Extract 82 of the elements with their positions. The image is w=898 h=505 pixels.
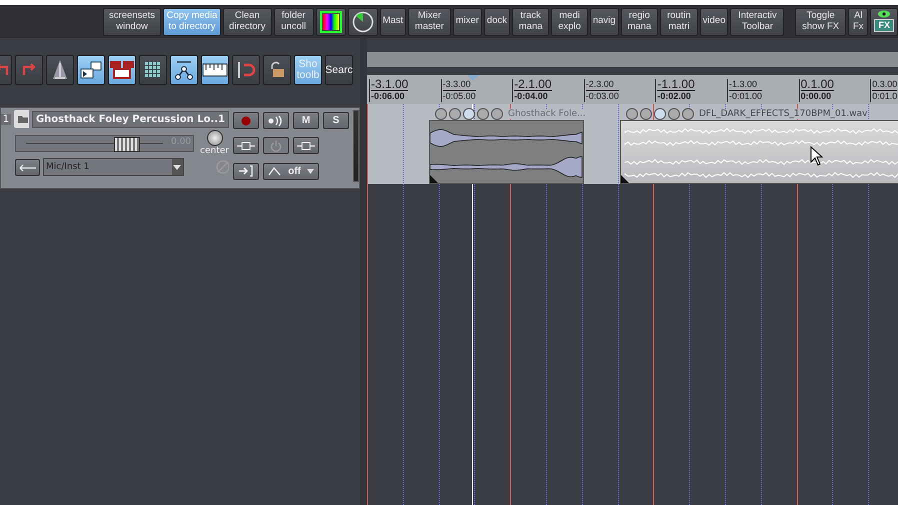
toolbar-icon-button[interactable] — [139, 55, 167, 85]
mouse-pointer-icon — [810, 146, 824, 166]
monitor-button[interactable] — [263, 112, 289, 129]
horizontal-scrollbar[interactable] — [367, 52, 898, 67]
fx-button[interactable] — [293, 137, 319, 154]
track-number: 1 — [1, 114, 11, 124]
toolbar-button[interactable]: Clean directory — [223, 8, 272, 36]
color-spectrum-button[interactable] — [316, 8, 346, 36]
ripple-tracks-icon — [109, 60, 135, 80]
toolbar-button[interactable]: navig — [590, 8, 619, 36]
folder-icon — [14, 110, 29, 128]
fx-toggle-button[interactable]: FX — [870, 8, 898, 36]
ruler-time-label: -0:05.00 — [442, 91, 476, 102]
io-button[interactable] — [15, 158, 40, 176]
mute-button[interactable]: M — [293, 112, 319, 129]
ruler-time-label: -0:04.00 — [514, 91, 549, 102]
toolbar-icon-button[interactable] — [232, 55, 260, 85]
ripple-edit-icon — [79, 60, 103, 80]
ruler-time-label: -0:01.00 — [729, 91, 762, 102]
ruler-time-label: -0:03.00 — [586, 91, 619, 102]
ruler-time-label: -0:06.00 — [371, 91, 406, 102]
toolbar-button[interactable]: Searc — [325, 55, 353, 85]
swap-arrows-icon — [19, 162, 36, 172]
envelope-points-icon — [173, 59, 195, 81]
pan-knob[interactable] — [206, 130, 223, 146]
ruler-icon — [202, 62, 228, 78]
toolbar-icon-button[interactable] — [77, 55, 105, 85]
automation-dropdown[interactable]: off — [263, 162, 319, 180]
fx-insert-icon — [297, 142, 315, 150]
clock-icon — [352, 10, 374, 32]
solo-button[interactable]: S — [323, 112, 349, 129]
toolbar-button[interactable]: regio mana — [620, 8, 658, 36]
toolbar-button[interactable]: Al Fx — [848, 8, 868, 36]
ruler-beat-label: -2.1.00 — [514, 79, 552, 91]
ruler-time-label: 0:00.00 — [800, 91, 832, 102]
fx-bypass-button[interactable] — [263, 137, 289, 154]
fx-label: FX — [874, 18, 894, 32]
toolbar-button[interactable]: Mixer master — [408, 8, 451, 36]
input-dropdown[interactable]: Mic/Inst 1 — [43, 158, 184, 176]
toolbar-button[interactable]: video — [700, 8, 728, 36]
fx-insert-icon — [237, 142, 255, 150]
color-spectrum-icon — [320, 10, 342, 32]
routing-button[interactable] — [233, 162, 259, 180]
eye-icon — [877, 10, 892, 18]
toolbar-icon-button[interactable] — [201, 55, 229, 85]
grid-icon — [145, 62, 161, 78]
fx-chain-button[interactable] — [233, 137, 259, 154]
toolbar-button[interactable]: routin matri — [660, 8, 698, 36]
region-name: DFL_DARK_EFFECTS_170BPM_01.wav — [699, 109, 868, 119]
ruler-time-label: -0:02.00 — [657, 91, 692, 102]
toolbar-button[interactable]: medi explo — [551, 8, 588, 36]
toolbar-button[interactable]: Mast — [380, 8, 406, 36]
toolbar-button[interactable]: dock — [484, 8, 510, 36]
ruler-beat-label: -1.3.00 — [729, 79, 762, 91]
toolbar-icon-button[interactable] — [170, 55, 198, 85]
ruler-beat-label: 0.1.00 — [800, 79, 834, 91]
caret-icon — [173, 164, 182, 170]
ruler-time-label: 0:01.0 — [872, 91, 898, 102]
toolbar-button[interactable]: mixer — [452, 8, 482, 36]
record-icon — [241, 116, 251, 126]
toolbar-button[interactable]: Interactiv Toolbar — [730, 8, 784, 36]
snap-magnet-icon — [236, 60, 256, 80]
caret-icon — [306, 168, 314, 174]
region-name: Ghosthack Fole... — [508, 109, 586, 119]
toolbar-button[interactable]: Toggle show FX — [795, 8, 846, 36]
metronome-icon — [50, 59, 70, 81]
route-icon — [238, 165, 254, 178]
toolbar-icon-button[interactable] — [108, 55, 136, 85]
toolbar-icon-button[interactable] — [263, 55, 291, 85]
power-icon — [270, 140, 282, 152]
pan-label: center — [200, 146, 229, 156]
toolbar-button[interactable]: track mana — [512, 8, 550, 36]
toolbar-button[interactable]: screensets window — [103, 8, 161, 36]
playhead-marker-icon — [467, 75, 479, 81]
ruler-beat-label: -2.3.00 — [586, 79, 619, 91]
toolbar-button[interactable]: folder uncoll — [274, 8, 314, 36]
ruler-beat-label: -1.1.00 — [657, 79, 695, 91]
toolbar-icon-button[interactable] — [46, 55, 74, 85]
track-name-field[interactable]: Ghosthack Foley Percussion Lo..1 — [32, 110, 229, 128]
ruler-beat-label: 0.3.00 — [872, 79, 898, 91]
clock-button[interactable] — [348, 8, 378, 36]
ruler-beat-label: -3.1.00 — [371, 79, 408, 91]
